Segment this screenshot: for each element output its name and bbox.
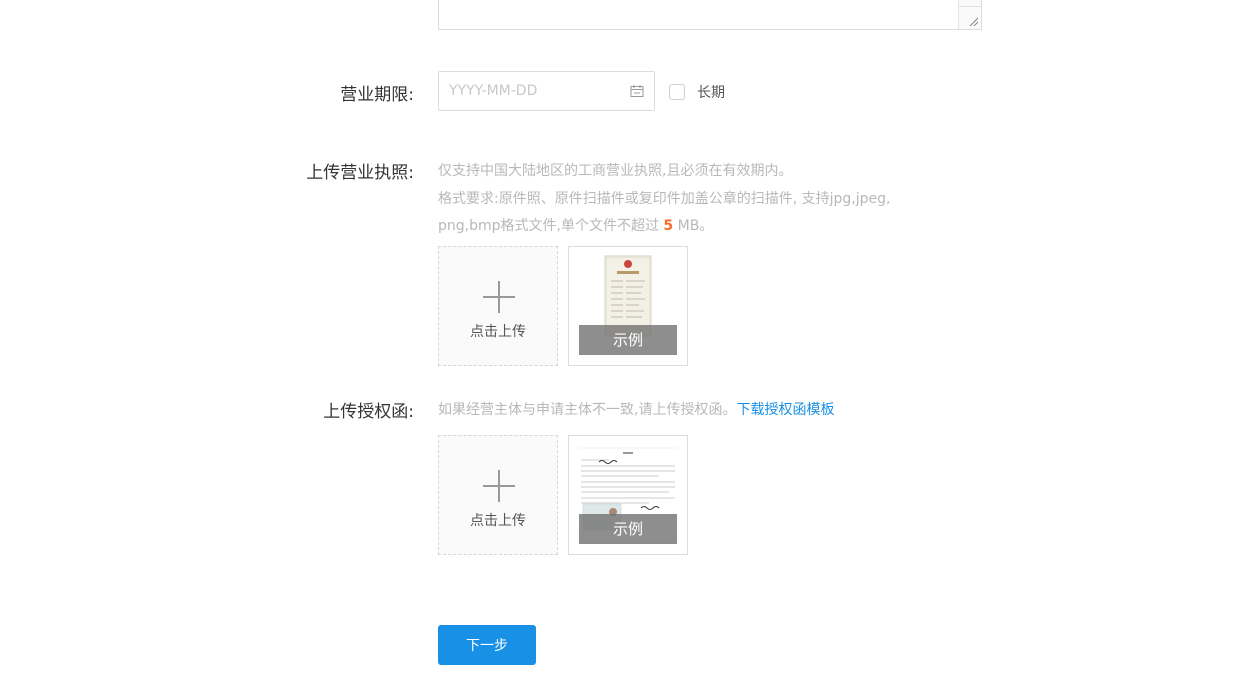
- license-example-thumbnail[interactable]: 示例: [568, 246, 688, 366]
- plus-icon: [483, 281, 515, 313]
- license-size-limit: 5: [663, 218, 674, 234]
- license-example-label: 示例: [579, 325, 677, 355]
- download-auth-template-link[interactable]: 下载授权函模板: [736, 402, 834, 418]
- plus-icon: [483, 470, 515, 502]
- description-textarea[interactable]: [438, 0, 982, 30]
- auth-hint: 如果经营主体与申请主体不一致,请上传授权函。下载授权函模板: [438, 399, 834, 419]
- auth-upload-button[interactable]: 点击上传: [438, 435, 558, 555]
- business-period-date-picker[interactable]: [438, 71, 655, 111]
- business-period-label: 营业期限:: [340, 85, 414, 105]
- license-upload-button[interactable]: 点击上传: [438, 246, 558, 366]
- long-term-checkbox-box[interactable]: [669, 84, 685, 100]
- next-step-button[interactable]: 下一步: [438, 625, 536, 665]
- license-hint-line-1: 仅支持中国大陆地区的工商营业执照,且必须在有效期内。: [438, 163, 793, 179]
- license-hint-prefix: png,bmp格式文件,单个文件不超过: [438, 218, 664, 234]
- license-hint-suffix: MB。: [673, 218, 714, 234]
- auth-upload-text: 点击上传: [470, 513, 526, 529]
- long-term-checkbox[interactable]: 长期: [669, 82, 725, 102]
- resize-handle-icon[interactable]: [968, 16, 978, 26]
- auth-hint-text: 如果经营主体与申请主体不一致,请上传授权函。: [438, 402, 737, 418]
- long-term-label[interactable]: 长期: [697, 82, 725, 102]
- license-upload-text: 点击上传: [470, 324, 526, 340]
- license-upload-label: 上传营业执照:: [306, 163, 414, 183]
- auth-example-thumbnail[interactable]: 示例: [568, 435, 688, 555]
- auth-upload-label: 上传授权函:: [323, 402, 414, 422]
- business-period-date-input[interactable]: [439, 72, 619, 110]
- auth-example-label: 示例: [579, 514, 677, 544]
- calendar-icon[interactable]: [630, 84, 644, 98]
- license-hint-line-3: png,bmp格式文件,单个文件不超过 5 MB。: [438, 215, 713, 235]
- merchant-info-form: 营业期限: 长期 上传营业执照: 仅支持中国大陆地区的工商营业执照,且必须在有效…: [0, 0, 1256, 700]
- license-hint-line-2: 格式要求:原件照、原件扫描件或复印件加盖公章的扫描件, 支持jpg,jpeg,: [438, 191, 891, 207]
